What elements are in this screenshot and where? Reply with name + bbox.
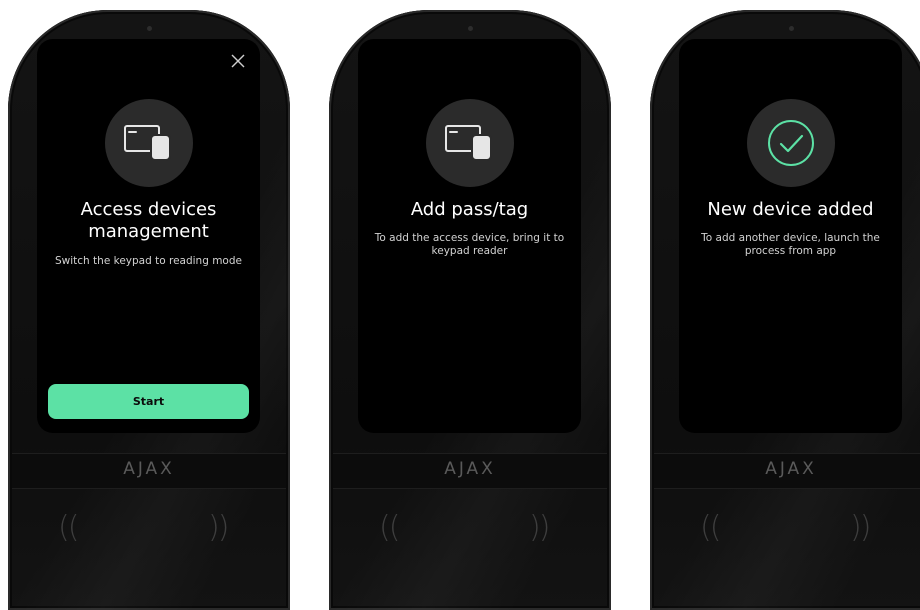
checkmark-icon [767, 120, 814, 166]
close-icon [231, 54, 245, 68]
panel-title: New device added [707, 199, 874, 220]
reader-indicator-right: )) [208, 510, 229, 545]
keypad-screen: New device added To add another device, … [679, 39, 902, 433]
keypad-device-3: New device added To add another device, … [650, 10, 920, 610]
card-and-tag-icon [444, 125, 492, 161]
panel-description: To add another device, launch the proces… [701, 232, 880, 257]
panel-title: Add pass/tag [410, 199, 529, 220]
panel-title: Access devices management [80, 199, 217, 242]
front-camera [146, 26, 152, 31]
card-and-tag-icon [123, 125, 171, 161]
panel-description: To add the access device, bring it to ke… [374, 232, 565, 257]
keypad-device-2: Add pass/tag To add the access device, b… [329, 10, 611, 610]
checkmark-icon-circle [746, 99, 835, 187]
reader-indicator-right: )) [850, 510, 871, 545]
close-button[interactable] [230, 53, 246, 69]
brand-logo: AJAX [765, 459, 817, 479]
reader-indicator-right: )) [529, 510, 550, 545]
reader-indicator-left: (( [700, 510, 721, 545]
reader-indicator-left: (( [58, 510, 79, 545]
brand-logo: AJAX [444, 459, 496, 479]
front-camera [788, 26, 794, 31]
card-and-tag-icon-circle [425, 99, 514, 187]
keypad-screen: Add pass/tag To add the access device, b… [358, 39, 581, 433]
front-camera [467, 26, 473, 31]
reader-indicator-left: (( [379, 510, 400, 545]
keypad-screen: Access devices management Switch the key… [37, 39, 260, 433]
brand-logo: AJAX [123, 459, 175, 479]
card-and-tag-icon-circle [104, 99, 193, 187]
panel-description: Switch the keypad to reading mode [55, 255, 242, 267]
keypad-device-1: Access devices management Switch the key… [8, 10, 290, 610]
start-button[interactable]: Start [48, 384, 249, 419]
